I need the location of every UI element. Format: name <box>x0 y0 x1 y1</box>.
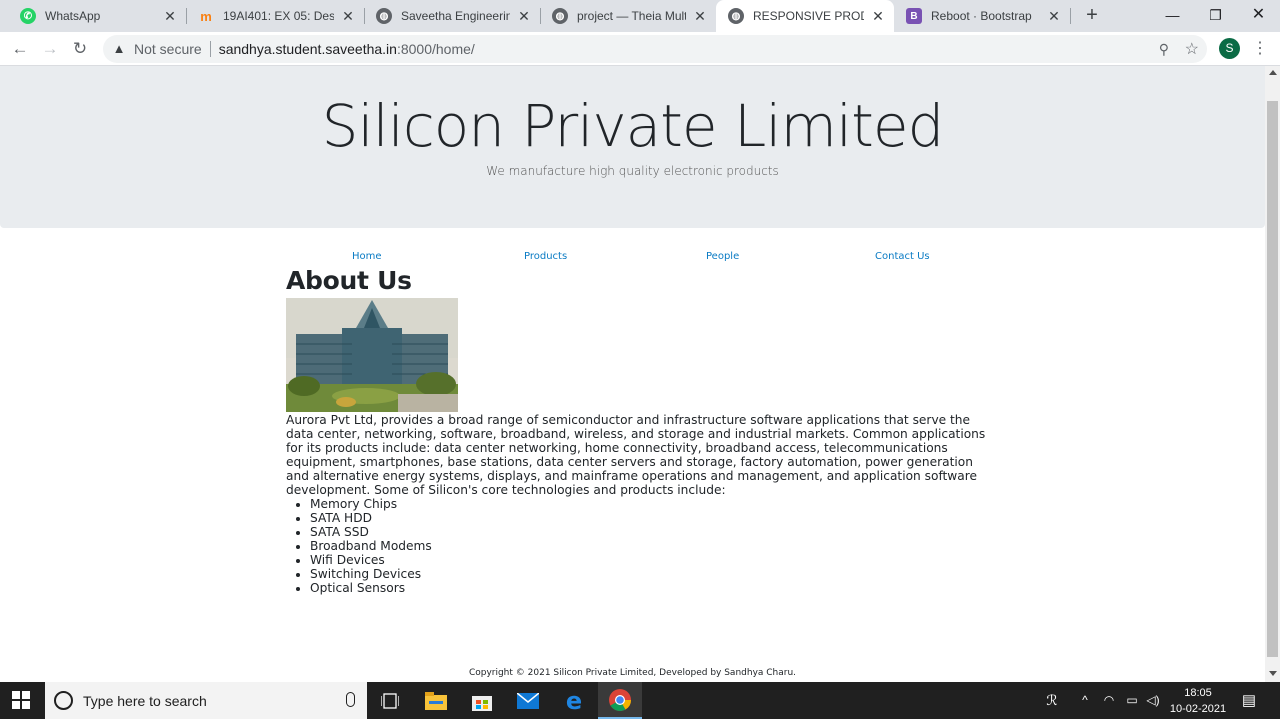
bootstrap-icon: B <box>906 8 922 24</box>
list-item: Memory Chips <box>310 497 986 511</box>
restore-button[interactable]: ❐ <box>1193 0 1238 32</box>
products-list: Memory Chips SATA HDD SATA SSD Broadband… <box>310 497 986 595</box>
tab-responsive-product[interactable]: ◍ RESPONSIVE PRODUCT ✕ <box>716 0 894 32</box>
close-tab-icon[interactable]: ✕ <box>162 8 178 24</box>
url-path: :8000/home/ <box>396 41 475 57</box>
reload-button[interactable]: ↻ <box>69 38 91 60</box>
security-label: Not secure <box>134 41 202 57</box>
task-view-icon[interactable] <box>368 682 412 719</box>
windows-taskbar: Type here to search e ℛ ^ ◠ ▭ ◁) 18:05 1… <box>0 682 1280 719</box>
page-scrollbar[interactable] <box>1265 66 1280 682</box>
address-bar[interactable]: ▲ Not secure sandhya.student.saveetha.in… <box>103 35 1207 63</box>
store-icon[interactable] <box>460 682 504 719</box>
microphone-icon[interactable] <box>346 692 355 707</box>
url-text: sandhya.student.saveetha.in:8000/home/ <box>219 41 475 57</box>
main-nav: Home Products People Contact Us <box>0 251 1265 267</box>
bookmark-star-icon[interactable]: ☆ <box>1185 39 1199 59</box>
tab-moodle[interactable]: m 19AI401: EX 05: Design ✕ <box>186 0 364 32</box>
tab-title: RESPONSIVE PRODUCT <box>753 9 864 23</box>
list-item: Switching Devices <box>310 567 986 581</box>
tab-saveetha[interactable]: ◍ Saveetha Engineering C ✕ <box>364 0 540 32</box>
globe-icon: ◍ <box>376 8 392 24</box>
new-tab-button[interactable]: + <box>1080 4 1104 28</box>
tab-title: Reboot · Bootstrap <box>931 9 1032 23</box>
divider <box>209 41 211 57</box>
scrollbar-thumb[interactable] <box>1267 101 1278 657</box>
nav-products[interactable]: Products <box>524 251 567 262</box>
zoom-icon[interactable]: ⚲ <box>1159 41 1169 58</box>
menu-icon[interactable]: ⋮ <box>1252 38 1268 60</box>
profile-avatar[interactable]: S <box>1219 38 1240 59</box>
search-placeholder: Type here to search <box>83 692 207 709</box>
forward-button[interactable]: → <box>39 38 61 60</box>
tab-theia[interactable]: ◍ project — Theia Multi-L ✕ <box>540 0 716 32</box>
close-tab-icon[interactable]: ✕ <box>870 8 886 24</box>
tab-title: project — Theia Multi-L <box>577 9 686 23</box>
tab-title: Saveetha Engineering C <box>401 9 510 23</box>
volume-icon[interactable]: ◁) <box>1143 682 1163 719</box>
section-heading: About Us <box>286 266 412 295</box>
system-clock[interactable]: 18:05 10-02-2021 <box>1164 685 1232 717</box>
page-viewport: Silicon Private Limited We manufacture h… <box>0 66 1265 682</box>
whatsapp-icon: ✆ <box>20 8 36 24</box>
company-description: Aurora Pvt Ltd, provides a broad range o… <box>286 413 986 497</box>
scroll-down-arrow-icon[interactable] <box>1269 671 1277 676</box>
battery-icon[interactable]: ▭ <box>1122 682 1142 719</box>
tab-title: 19AI401: EX 05: Design <box>223 9 334 23</box>
page-footer: Copyright © 2021 Silicon Private Limited… <box>468 668 797 678</box>
about-section: About Us Aurora Pvt Ltd, provides a broa… <box>286 266 986 595</box>
clock-date: 10-02-2021 <box>1169 703 1227 715</box>
globe-icon: ◍ <box>552 8 568 24</box>
globe-icon: ◍ <box>728 8 744 24</box>
tab-whatsapp[interactable]: ✆ WhatsApp ✕ <box>8 0 186 32</box>
nav-contact-us[interactable]: Contact Us <box>875 251 930 262</box>
clock-time: 18:05 <box>1184 687 1212 699</box>
list-item: SATA SSD <box>310 525 986 539</box>
moodle-icon: m <box>200 8 212 24</box>
chrome-icon[interactable] <box>598 682 642 719</box>
cortana-icon <box>54 691 73 710</box>
windows-start-icon[interactable] <box>12 691 30 709</box>
notifications-icon[interactable]: ▤ <box>1238 682 1260 719</box>
show-hidden-icons-icon[interactable]: ^ <box>1076 682 1094 719</box>
scroll-up-arrow-icon[interactable] <box>1269 70 1277 75</box>
close-window-button[interactable]: ✕ <box>1236 0 1280 32</box>
company-name: Silicon Private Limited <box>321 92 945 160</box>
mail-icon[interactable] <box>506 682 550 719</box>
browser-toolbar: ← → ↻ ▲ Not secure sandhya.student.savee… <box>0 32 1280 66</box>
url-host: sandhya.student.saveetha.in <box>218 41 397 57</box>
company-building-image <box>286 298 458 412</box>
list-item: Wifi Devices <box>310 553 986 567</box>
close-tab-icon[interactable]: ✕ <box>1046 8 1062 24</box>
tab-title: WhatsApp <box>45 9 101 23</box>
file-explorer-icon[interactable] <box>414 682 458 719</box>
back-button[interactable]: ← <box>9 38 31 60</box>
tagline: We manufacture high quality electronic p… <box>486 164 779 178</box>
close-tab-icon[interactable]: ✕ <box>340 8 356 24</box>
nav-people[interactable]: People <box>706 251 739 262</box>
tab-bootstrap[interactable]: B Reboot · Bootstrap ✕ <box>894 0 1070 32</box>
tab-strip: ✆ WhatsApp ✕ m 19AI401: EX 05: Design ✕ … <box>0 0 1280 32</box>
close-tab-icon[interactable]: ✕ <box>516 8 532 24</box>
minimize-button[interactable]: — <box>1150 0 1195 32</box>
list-item: SATA HDD <box>310 511 986 525</box>
list-item: Broadband Modems <box>310 539 986 553</box>
people-icon[interactable]: ℛ <box>1040 682 1064 719</box>
nav-home[interactable]: Home <box>352 251 382 262</box>
tab-divider <box>1070 8 1071 24</box>
list-item: Optical Sensors <box>310 581 986 595</box>
jumbotron-header: Silicon Private Limited We manufacture h… <box>0 66 1265 228</box>
taskbar-search-box[interactable]: Type here to search <box>45 682 367 719</box>
edge-icon[interactable]: e <box>552 682 596 719</box>
warning-icon: ▲ <box>112 41 126 56</box>
close-tab-icon[interactable]: ✕ <box>692 8 708 24</box>
wifi-icon[interactable]: ◠ <box>1098 682 1120 719</box>
